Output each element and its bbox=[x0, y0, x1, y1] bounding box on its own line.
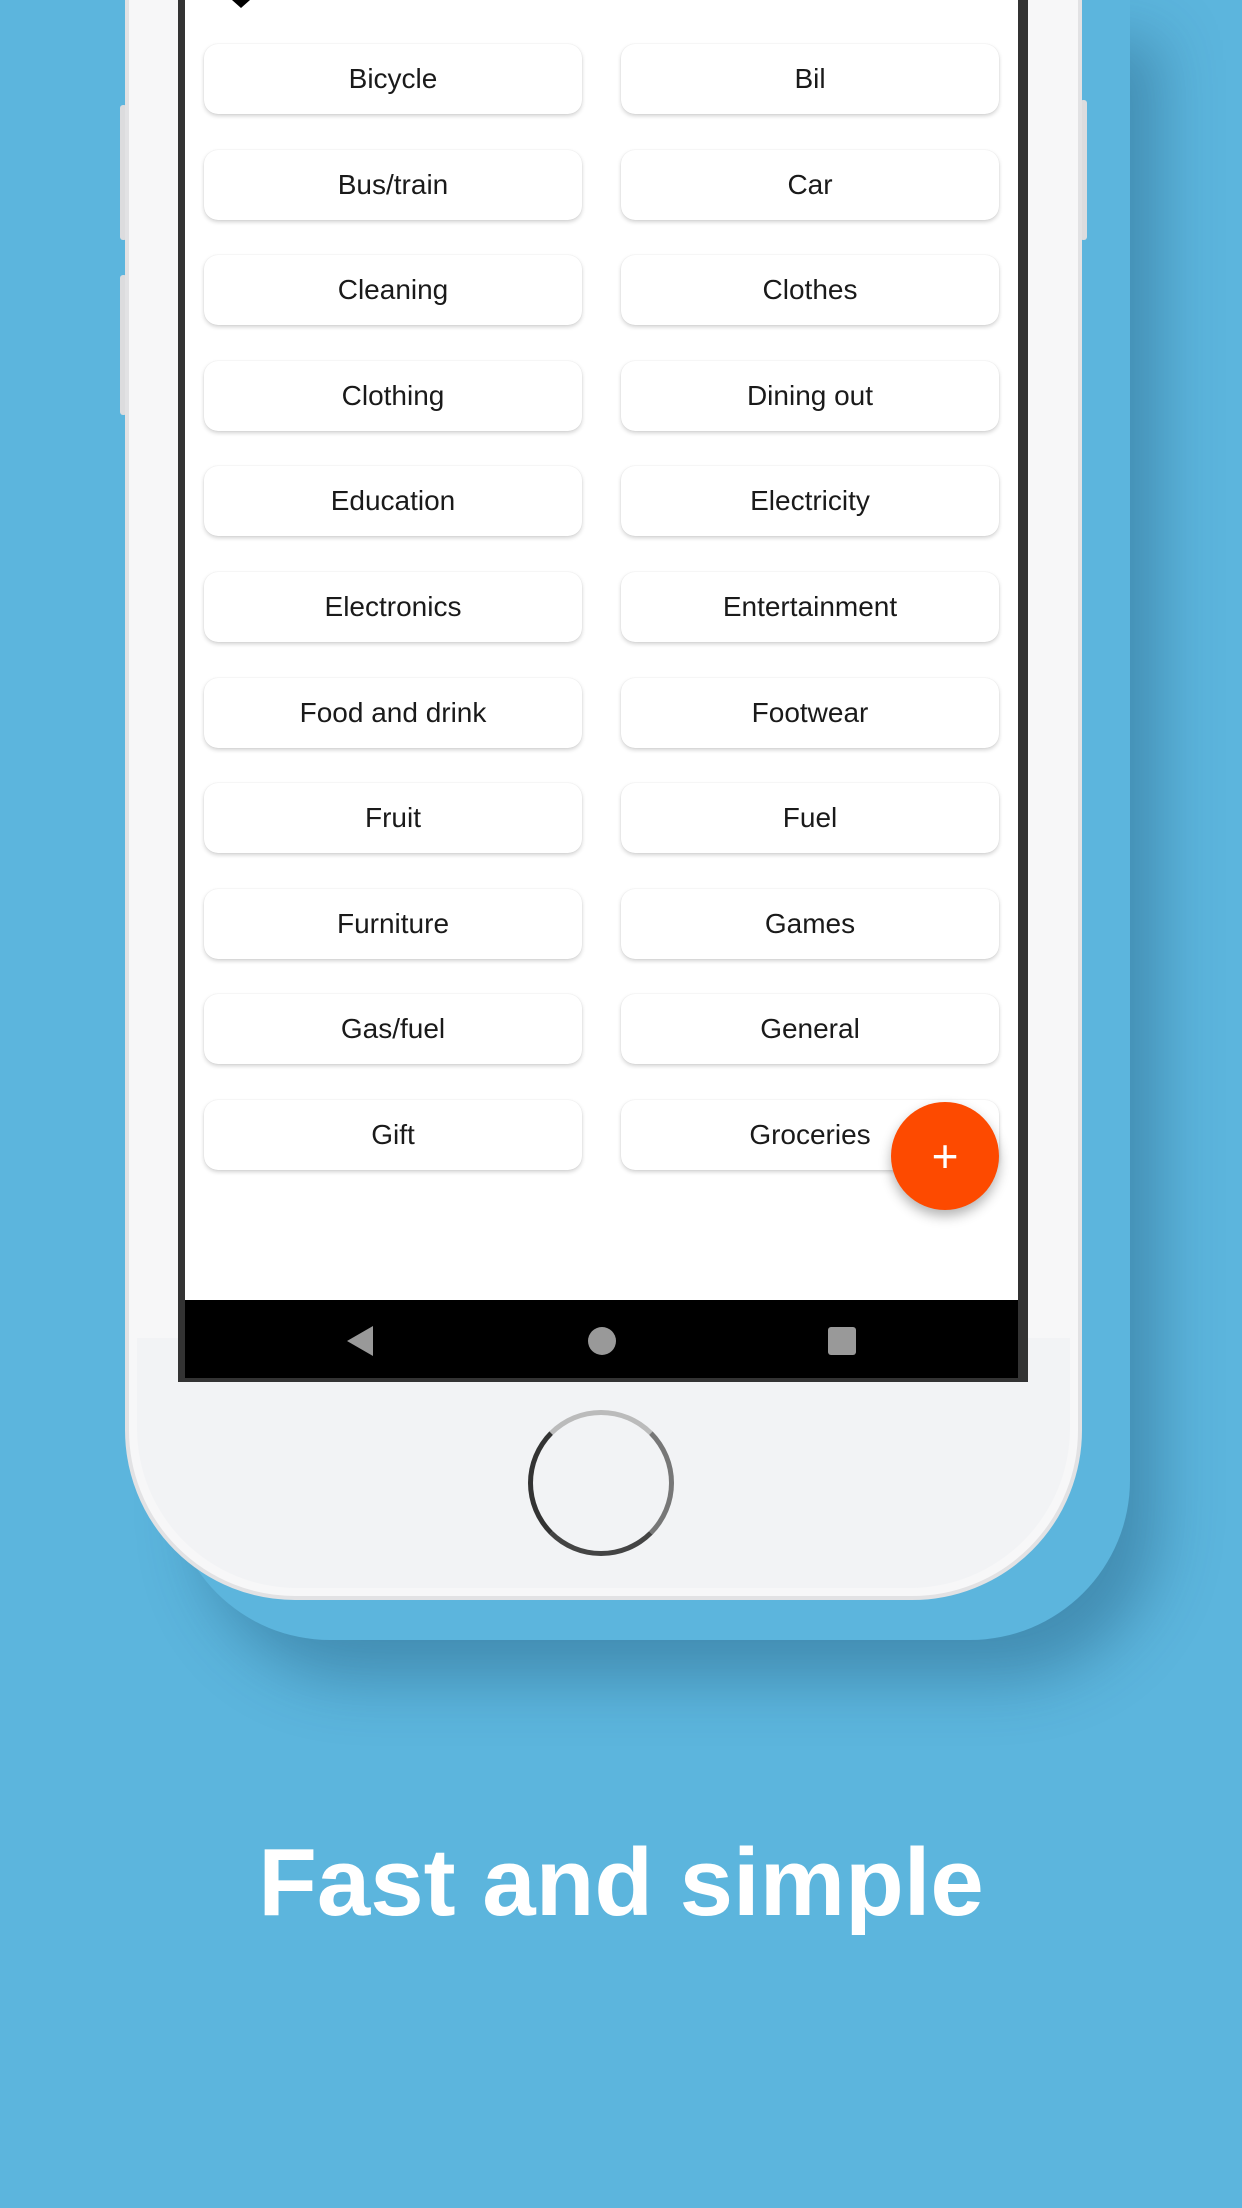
category-button[interactable]: Fruit bbox=[204, 783, 582, 854]
add-category-fab[interactable]: + bbox=[891, 1102, 999, 1210]
category-button[interactable]: Electricity bbox=[621, 466, 999, 537]
category-button[interactable]: Games bbox=[621, 888, 999, 959]
android-nav-bar bbox=[185, 1300, 1018, 1378]
category-button[interactable]: Furniture bbox=[204, 888, 582, 959]
category-button[interactable]: Footwear bbox=[621, 677, 999, 748]
category-button[interactable]: Gift bbox=[204, 1100, 582, 1170]
home-icon[interactable] bbox=[587, 1326, 617, 1356]
category-button[interactable]: Entertainment bbox=[621, 572, 999, 642]
back-icon[interactable] bbox=[345, 1326, 375, 1356]
category-button[interactable]: Food and drink bbox=[204, 677, 582, 748]
category-button[interactable]: Gas/fuel bbox=[204, 994, 582, 1065]
category-button[interactable]: General bbox=[621, 994, 999, 1065]
category-button[interactable]: Car bbox=[621, 149, 999, 220]
recents-icon[interactable] bbox=[827, 1326, 857, 1356]
category-button[interactable]: Cleaning bbox=[204, 255, 582, 326]
plus-icon: + bbox=[931, 1130, 959, 1182]
category-button[interactable]: Education bbox=[204, 466, 582, 537]
chevron-down-icon[interactable] bbox=[230, 0, 252, 10]
category-button[interactable]: Bicycle bbox=[204, 44, 582, 114]
category-button[interactable]: Electronics bbox=[204, 572, 582, 642]
tagline: Fast and simple bbox=[258, 1829, 984, 1936]
category-button[interactable]: Dining out bbox=[621, 360, 999, 431]
category-button[interactable]: Clothing bbox=[204, 360, 582, 431]
category-button[interactable]: Bus/train bbox=[204, 149, 582, 220]
category-button[interactable]: Clothes bbox=[621, 255, 999, 326]
category-button[interactable]: Bil bbox=[621, 44, 999, 114]
category-button[interactable]: Fuel bbox=[621, 783, 999, 854]
home-button bbox=[528, 1410, 674, 1556]
